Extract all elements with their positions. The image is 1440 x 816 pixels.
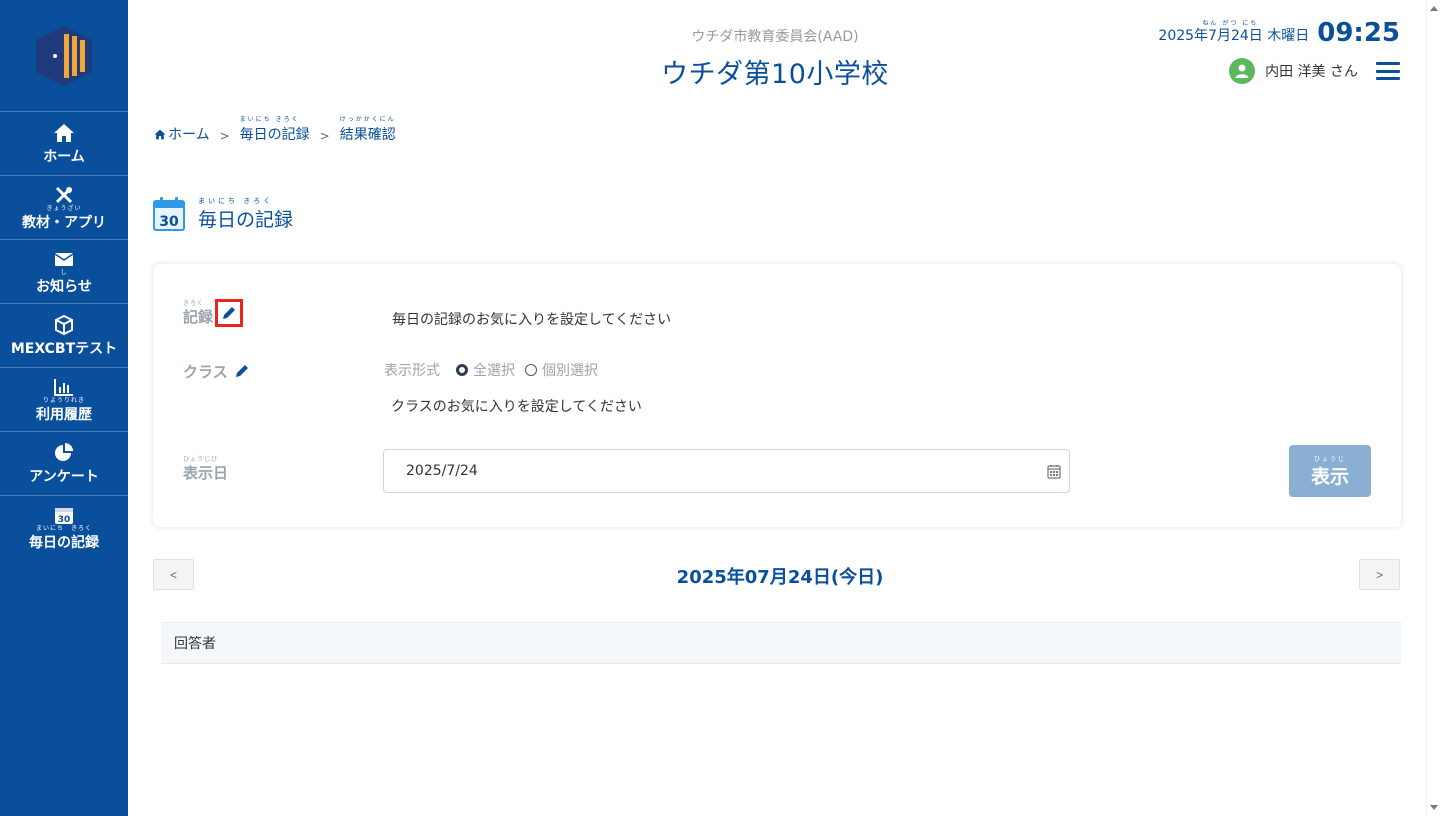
logo-icon [36, 25, 92, 86]
calendar-day: 30 [159, 214, 179, 230]
prev-date-button[interactable]: < [153, 559, 194, 590]
breadcrumb-result-confirm-label: 結果確認 [339, 127, 396, 143]
avatar[interactable] [1229, 58, 1256, 84]
breadcrumb: ホーム > まいにち きろく 毎日の記録 > けっかかくにん 結果確認 [154, 116, 396, 144]
hamburger-menu-icon[interactable] [1376, 62, 1400, 80]
scroll-down-icon[interactable] [1430, 805, 1438, 810]
org-name: ウチダ市教育委員会(AAD) [691, 29, 859, 45]
cube-icon [52, 314, 76, 336]
radio-select-all-circle[interactable] [456, 364, 468, 376]
sidebar-item-daily-record[interactable]: 30 まいにち きろく 毎日の記録 [0, 496, 128, 560]
breadcrumb-home-label: ホーム [168, 127, 210, 143]
sidebar-item-label: アンケート [29, 468, 99, 485]
school-name: ウチダ第10小学校 [661, 59, 889, 90]
show-button-label: 表示 [1310, 466, 1349, 488]
home-icon [154, 129, 166, 139]
home-icon [52, 122, 76, 144]
class-hint: クラスのお気に入りを設定してください [391, 399, 642, 415]
date-label: 表示日 [183, 464, 229, 482]
mail-icon [52, 248, 76, 270]
record-ruby: きろく [183, 300, 205, 307]
column-header-respondent: 回答者 [174, 636, 216, 652]
next-date-button[interactable]: > [1359, 559, 1400, 590]
sidebar-item-notices[interactable]: し お知らせ [0, 240, 128, 304]
breadcrumb-separator: > [219, 129, 230, 143]
class-label: クラス [183, 362, 228, 381]
sidebar-item-survey[interactable]: アンケート [0, 432, 128, 496]
show-button-ruby: ひょうじ [1313, 456, 1346, 463]
filter-card: きろく 記録 毎日の記録のお気に入りを設定してください クラス 表示形式 全選択… [153, 264, 1401, 527]
page-title: 30 まいにち きろく 毎日の記録 [152, 196, 293, 232]
header-center: ウチダ市教育委員会(AAD) ウチダ第10小学校 [580, 26, 970, 91]
show-button[interactable]: ひょうじ 表示 [1289, 445, 1371, 497]
svg-text:30: 30 [58, 515, 71, 525]
breadcrumb-ruby: まいにち きろく [239, 116, 300, 123]
sidebar-item-label: 教材・アプリ [22, 214, 106, 231]
sidebar-item-label: お知らせ [36, 278, 92, 295]
radio-individual-label: 個別選択 [542, 363, 598, 379]
class-label-group: クラス [183, 359, 254, 383]
table-header: 回答者 [161, 622, 1401, 664]
class-edit-button[interactable] [230, 359, 254, 383]
current-time: 09:25 [1317, 18, 1400, 48]
display-format-label: 表示形式 [384, 363, 440, 379]
pie-icon [52, 442, 76, 464]
header-right: ねん がつ にち 2025年7月24日 木曜日 09:25 内田 洋美 さん [1158, 18, 1400, 84]
breadcrumb-result-confirm: けっかかくにん 結果確認 [340, 116, 396, 144]
vertical-scrollbar[interactable] [1426, 0, 1440, 816]
date-label-group: ひょうじび 表示日 [183, 454, 228, 483]
breadcrumb-ruby: けっかかくにん [339, 116, 396, 123]
date-input-value: 2025/7/24 [406, 463, 478, 479]
tools-icon [52, 184, 76, 206]
sidebar-item-home[interactable]: ホーム [0, 112, 128, 176]
record-label: 記録 [183, 308, 214, 326]
page-title-ruby: まいにち きろく [198, 197, 274, 205]
pencil-icon [235, 365, 248, 377]
sidebar-item-materials[interactable]: きょうざい 教材・アプリ [0, 176, 128, 240]
user-info: 内田 洋美 さん [1158, 58, 1400, 84]
record-edit-button[interactable] [215, 299, 244, 327]
app-logo[interactable] [0, 0, 128, 112]
calendar-picker-icon[interactable] [1047, 464, 1061, 479]
date-input[interactable]: 2025/7/24 [383, 449, 1070, 493]
breadcrumb-daily-record[interactable]: まいにち きろく 毎日の記録 [240, 116, 310, 144]
radio-select-all-label: 全選択 [473, 363, 515, 379]
breadcrumb-home[interactable]: ホーム [154, 116, 210, 144]
sidebar-item-mexcbt[interactable]: MEXCBTテスト [0, 304, 128, 368]
sidebar-item-label: MEXCBTテスト [10, 340, 118, 357]
chart-icon [52, 376, 76, 398]
calendar-icon: 30 [153, 197, 185, 231]
display-format-group: 表示形式 全選択 個別選択 [384, 360, 598, 380]
radio-select-all[interactable]: 全選択 [456, 360, 515, 380]
breadcrumb-separator: > [319, 129, 330, 143]
sidebar-item-label: ホーム [43, 148, 85, 165]
page-title-text: 毎日の記録 [198, 209, 294, 231]
current-date-heading: 2025年07月24日(今日) [676, 567, 884, 588]
user-icon [1235, 64, 1249, 78]
calendar-icon: 30 [52, 504, 76, 526]
record-hint: 毎日の記録のお気に入りを設定してください [392, 312, 672, 328]
sidebar-item-label: 毎日の記録 [29, 535, 99, 551]
sidebar-item-label: 利用履歴 [36, 406, 92, 423]
sidebar-item-usage-history[interactable]: りようりれき 利用履歴 [0, 368, 128, 432]
scroll-up-icon[interactable] [1430, 6, 1438, 11]
breadcrumb-daily-record-label: 毎日の記録 [239, 127, 310, 143]
date-ruby: ひょうじび [183, 456, 219, 463]
sidebar: ホーム きょうざい 教材・アプリ し お知らせ MEXCBTテスト りようりれき… [0, 0, 128, 816]
radio-individual-circle[interactable] [525, 364, 537, 376]
record-label-group: きろく 記録 [183, 298, 244, 327]
user-name: 内田 洋美 さん [1265, 64, 1358, 80]
radio-individual[interactable]: 個別選択 [525, 360, 598, 380]
current-date: 2025年7月24日 木曜日 [1158, 28, 1310, 44]
date-time: ねん がつ にち 2025年7月24日 木曜日 09:25 [1158, 18, 1400, 48]
pencil-icon [223, 307, 236, 319]
